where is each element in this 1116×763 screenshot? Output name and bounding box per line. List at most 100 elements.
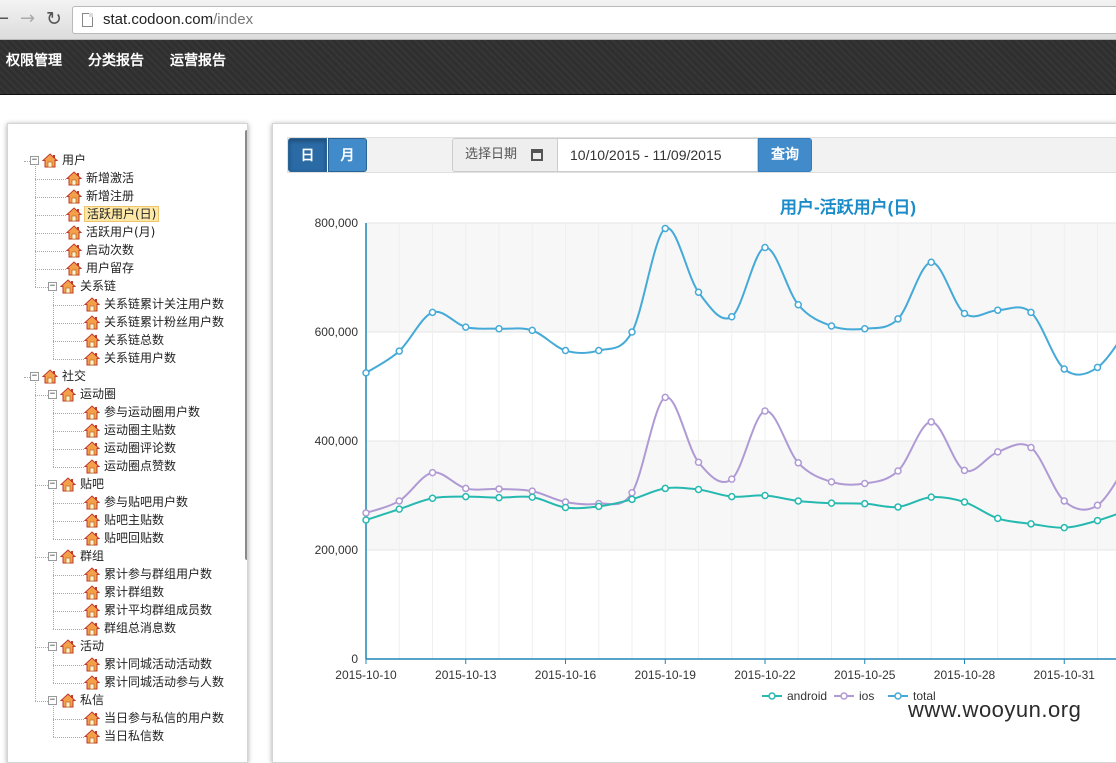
tree-folder[interactable]: − 运动圈 [48, 386, 118, 403]
data-point-android [1093, 516, 1102, 525]
data-point-total [861, 324, 869, 333]
collapse-toggle-icon[interactable]: − [48, 552, 57, 561]
tree-item-label: 累计同城活动活动数 [104, 657, 213, 671]
collapse-toggle-icon[interactable]: − [48, 282, 57, 291]
tree-connector [53, 431, 84, 432]
tree-item-label: 社交 [62, 369, 87, 383]
tree-item[interactable]: 累计平均群组成员数 [84, 602, 214, 619]
house-icon [60, 477, 78, 492]
tree-folder[interactable]: − 关系链 [48, 278, 118, 295]
reload-icon[interactable]: ↻ [46, 8, 62, 30]
data-point-total [528, 326, 536, 335]
tree-item[interactable]: 活跃用户(月) [66, 224, 157, 241]
tree-folder[interactable]: − 贴吧 [48, 476, 106, 493]
collapse-toggle-icon[interactable]: − [48, 642, 57, 651]
tree-item[interactable]: 运动圈主贴数 [84, 422, 178, 439]
sidebar-scrollbar[interactable] [245, 130, 247, 560]
tree-item-label: 贴吧主贴数 [104, 513, 165, 527]
data-point-ios [827, 478, 836, 486]
nav-item-category-reports[interactable]: 分类报告 [88, 50, 144, 70]
house-icon [84, 621, 102, 636]
collapse-toggle-icon[interactable]: − [48, 390, 57, 399]
tree-item[interactable]: 贴吧主贴数 [84, 512, 166, 529]
nav-item-operation-reports[interactable]: 运营报告 [170, 50, 226, 70]
back-arrow-icon[interactable]: ← [0, 8, 9, 30]
house-icon [84, 603, 102, 618]
tree-item[interactable]: 累计同城活动参与人数 [84, 674, 226, 691]
tree-folder[interactable]: − 群组 [48, 548, 106, 565]
data-point-ios [728, 475, 736, 483]
tree-item[interactable]: 参与贴吧用户数 [84, 494, 190, 511]
data-point-ios [495, 485, 503, 493]
tree-item[interactable]: 运动圈评论数 [84, 440, 178, 457]
data-point-android [362, 516, 370, 524]
tree-item-label: 关系链总数 [104, 333, 165, 347]
tree-connector [35, 251, 66, 252]
tree-connector [53, 611, 84, 612]
tree-item[interactable]: 累计参与群组用户数 [84, 566, 214, 583]
data-point-total [1027, 308, 1035, 317]
tree-connector [24, 377, 30, 378]
data-point-ios [861, 479, 869, 488]
house-icon [84, 711, 102, 726]
tree-item-label: 贴吧 [80, 477, 105, 491]
tree-item[interactable]: 累计群组数 [84, 584, 166, 601]
data-point-android [694, 485, 703, 494]
data-point-android [861, 499, 869, 508]
y-tick-label: 200,000 [315, 543, 359, 557]
data-point-ios [661, 393, 669, 402]
x-tick-label: 2015-10-31 [1034, 668, 1096, 682]
top-navbar: 权限管理 分类报告 运营报告 [0, 40, 1116, 95]
tree-folder[interactable]: − 社交 [30, 368, 88, 385]
data-point-android [462, 492, 470, 501]
tree-item[interactable]: 群组总消息数 [84, 620, 178, 637]
data-point-ios [528, 487, 536, 495]
tree-folder[interactable]: − 活动 [48, 638, 106, 655]
tree-connector [53, 359, 84, 360]
tree-item[interactable]: 关系链累计粉丝用户数 [84, 314, 226, 331]
data-point-android [595, 502, 603, 511]
tree-item[interactable]: 运动圈点赞数 [84, 458, 178, 475]
tree-item[interactable]: 关系链累计关注用户数 [84, 296, 226, 313]
house-icon [84, 333, 102, 348]
url-text[interactable]: stat.codoon.com/index [103, 11, 253, 28]
tree-item-label: 活动 [80, 639, 105, 653]
forward-arrow-icon[interactable]: → [20, 8, 35, 30]
data-point-android [495, 493, 503, 502]
tree-item[interactable]: 关系链用户数 [84, 350, 178, 367]
collapse-toggle-icon[interactable]: − [48, 480, 57, 489]
house-icon [60, 549, 78, 564]
tree-item-label: 运动圈 [80, 387, 117, 401]
address-bar[interactable]: stat.codoon.com/index [72, 6, 1116, 34]
tree-item[interactable]: 参与运动圈用户数 [84, 404, 202, 421]
collapse-toggle-icon[interactable]: − [30, 372, 39, 381]
house-icon [60, 693, 78, 708]
tree-item[interactable]: 活跃用户(日) [66, 206, 160, 223]
tree-item[interactable]: 新增激活 [66, 170, 136, 187]
tree-folder[interactable]: − 用户 [30, 152, 88, 169]
nav-item-permissions[interactable]: 权限管理 [6, 50, 62, 70]
tree-item[interactable]: 启动次数 [66, 242, 136, 259]
tree-item[interactable]: 累计同城活动活动数 [84, 656, 214, 673]
x-tick-label: 2015-10-16 [535, 668, 597, 682]
tree-connector [53, 719, 84, 720]
tree-item[interactable]: 用户留存 [66, 260, 136, 277]
tree-item-label: 运动圈主贴数 [104, 423, 177, 437]
tree-connector [53, 503, 84, 504]
collapse-toggle-icon[interactable]: − [48, 696, 57, 705]
tree-item[interactable]: 当日参与私信的用户数 [84, 710, 226, 727]
data-point-ios [1093, 501, 1102, 510]
tree-item[interactable]: 新增注册 [66, 188, 136, 205]
tree-item[interactable]: 当日私信数 [84, 728, 166, 745]
y-tick-label: 800,000 [315, 216, 359, 230]
tree-item[interactable]: 贴吧回贴数 [84, 530, 166, 547]
tree-connector [53, 305, 84, 306]
tree-folder[interactable]: − 私信 [48, 692, 106, 709]
house-icon [60, 639, 78, 654]
data-point-total [761, 243, 769, 252]
tree-item[interactable]: 关系链总数 [84, 332, 166, 349]
tree-connector [35, 197, 66, 198]
collapse-toggle-icon[interactable]: − [30, 156, 39, 165]
house-icon [84, 657, 102, 672]
tree-connector [35, 647, 48, 648]
